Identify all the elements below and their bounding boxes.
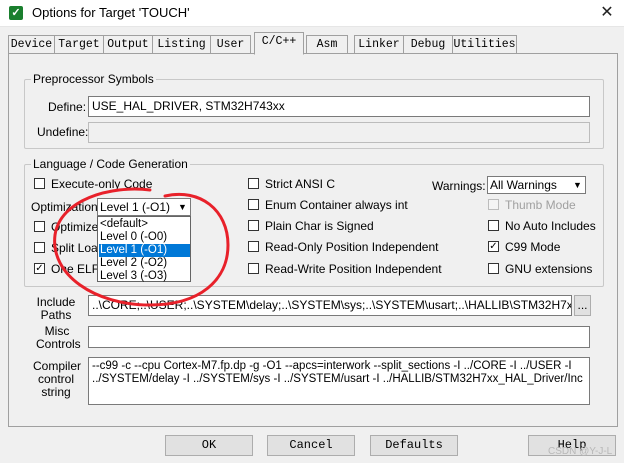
tab-utilities[interactable]: Utilities: [452, 35, 517, 53]
compiler-string-textarea[interactable]: --c99 -c --cpu Cortex-M7.fp.dp -g -O1 --…: [88, 357, 590, 405]
plain-char-label: Plain Char is Signed: [265, 219, 374, 233]
optimization-value: Level 1 (-O1): [100, 200, 171, 214]
language-group-title: Language / Code Generation: [31, 157, 190, 171]
dropdown-option[interactable]: Level 3 (-O3): [99, 270, 190, 283]
define-input[interactable]: USE_HAL_DRIVER, STM32H743xx: [88, 96, 590, 117]
ro-pi-label: Read-Only Position Independent: [265, 240, 439, 254]
dropdown-option-selected[interactable]: Level 1 (-O1): [99, 244, 190, 257]
rw-pi-checkbox[interactable]: [248, 263, 259, 274]
include-paths-label: Include Paths: [36, 295, 76, 322]
enum-container-label: Enum Container always int: [265, 198, 408, 212]
tab-linker[interactable]: Linker: [354, 35, 404, 53]
execute-only-checkbox[interactable]: [34, 178, 45, 189]
preprocessor-group-title: Preprocessor Symbols: [31, 72, 156, 86]
cancel-button[interactable]: Cancel: [267, 435, 355, 456]
rw-pi-label: Read-Write Position Independent: [265, 262, 442, 276]
close-icon[interactable]: ✕: [594, 2, 620, 24]
strict-ansi-checkbox[interactable]: [248, 178, 259, 189]
define-label: Define:: [48, 100, 87, 114]
dropdown-option[interactable]: Level 2 (-O2): [99, 257, 190, 270]
optimization-dropdown-list: <default> Level 0 (-O0) Level 1 (-O1) Le…: [97, 216, 191, 282]
include-paths-input[interactable]: ..\CORE;..\USER;..\SYSTEM\delay;..\SYSTE…: [88, 295, 572, 316]
strict-ansi-label: Strict ANSI C: [265, 177, 336, 191]
thumb-mode-checkbox[interactable]: [488, 199, 499, 210]
tab-debug[interactable]: Debug: [403, 35, 453, 53]
check-icon: ✓: [489, 241, 498, 252]
keil-app-icon: ✓: [9, 6, 23, 20]
warnings-value: All Warnings: [490, 178, 557, 192]
no-auto-includes-checkbox[interactable]: [488, 220, 499, 231]
include-paths-browse-button[interactable]: ...: [574, 295, 591, 316]
one-elf-checkbox[interactable]: ✓: [34, 263, 45, 274]
gnu-extensions-checkbox[interactable]: [488, 263, 499, 274]
defaults-button[interactable]: Defaults: [370, 435, 458, 456]
warnings-label: Warnings:: [432, 179, 486, 193]
c99-mode-checkbox[interactable]: ✓: [488, 241, 499, 252]
optimize-time-checkbox[interactable]: [34, 221, 45, 232]
thumb-mode-label: Thumb Mode: [505, 198, 576, 212]
optimization-label: Optimization:: [31, 200, 102, 214]
plain-char-checkbox[interactable]: [248, 220, 259, 231]
watermark: CSDN @Y-J-L: [548, 446, 613, 457]
tab-asm[interactable]: Asm: [306, 35, 348, 53]
tab-cc[interactable]: C/C++: [254, 32, 304, 55]
chevron-down-icon[interactable]: ▼: [175, 199, 190, 215]
tab-listing[interactable]: Listing: [152, 35, 211, 53]
execute-only-label: Execute-only Code: [51, 177, 153, 191]
no-auto-includes-label: No Auto Includes: [505, 219, 596, 233]
tab-device[interactable]: Device: [8, 35, 55, 53]
undefine-label: Undefine:: [37, 125, 89, 139]
tab-user[interactable]: User: [210, 35, 251, 53]
split-load-checkbox[interactable]: [34, 242, 45, 253]
tab-target[interactable]: Target: [54, 35, 104, 53]
misc-controls-label: Misc Controls: [36, 324, 81, 351]
dropdown-option[interactable]: Level 0 (-O0): [99, 231, 190, 244]
undefine-input[interactable]: [88, 122, 590, 143]
misc-controls-input[interactable]: [88, 326, 590, 348]
enum-container-checkbox[interactable]: [248, 199, 259, 210]
window-title: Options for Target 'TOUCH': [32, 5, 190, 20]
check-icon: ✓: [35, 263, 44, 274]
dropdown-option[interactable]: <default>: [99, 218, 190, 231]
compiler-string-label: Compiler control string: [33, 359, 82, 399]
tab-output[interactable]: Output: [103, 35, 153, 53]
one-elf-label: One ELF: [51, 262, 100, 276]
gnu-extensions-label: GNU extensions: [505, 262, 593, 276]
ok-button[interactable]: OK: [165, 435, 253, 456]
c99-mode-label: C99 Mode: [505, 240, 561, 254]
chevron-down-icon[interactable]: ▼: [570, 177, 585, 193]
ro-pi-checkbox[interactable]: [248, 241, 259, 252]
title-bar: ✓ Options for Target 'TOUCH' ✕: [0, 0, 624, 27]
